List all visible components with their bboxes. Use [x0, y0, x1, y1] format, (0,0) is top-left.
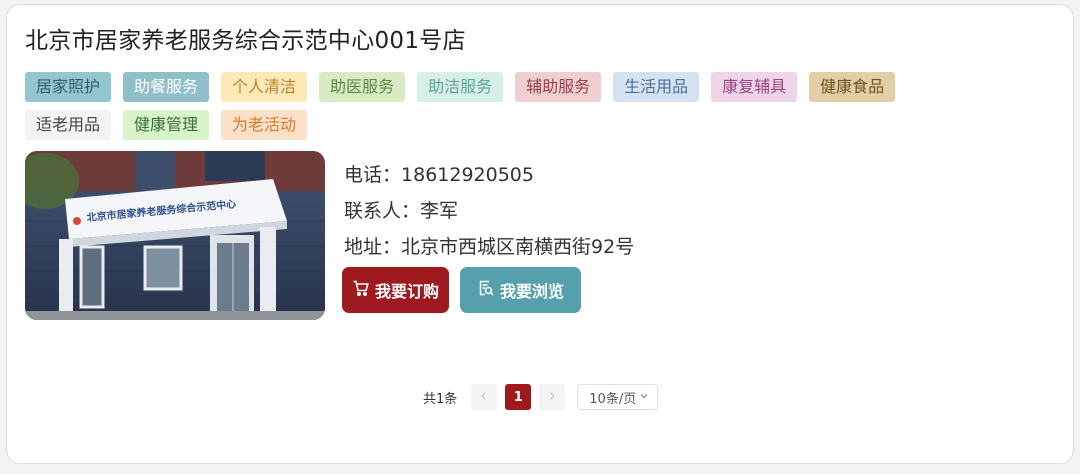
store-card: 北京市居家养老服务综合示范中心001号店 居家照护 助餐服务 个人清洁 助医服务 助洁服…: [6, 4, 1074, 464]
service-tag[interactable]: 居家照护: [25, 72, 112, 102]
service-tag[interactable]: 辅助服务: [515, 72, 602, 102]
cart-icon: [352, 279, 370, 301]
service-tag[interactable]: 助洁服务: [417, 72, 504, 102]
browse-button-label: 我要浏览: [499, 282, 564, 301]
page-size-select[interactable]: 10条/页: [577, 384, 659, 410]
chevron-right-icon: [547, 390, 557, 405]
store-title: 北京市居家养老服务综合示范中心001号店: [25, 28, 466, 54]
service-tag[interactable]: 健康食品: [809, 72, 896, 102]
service-tag[interactable]: 助医服务: [319, 72, 406, 102]
phone-row: 电话：18612920505: [344, 157, 634, 193]
next-page-button[interactable]: [539, 384, 566, 410]
pagination-total: 共1条: [423, 391, 458, 407]
service-tag[interactable]: 健康管理: [123, 110, 210, 140]
address-label: 地址：: [344, 236, 402, 258]
browse-icon: [477, 279, 495, 301]
phone-label: 电话：: [344, 164, 402, 186]
service-tag[interactable]: 康复辅具: [711, 72, 798, 102]
service-tag[interactable]: 为老活动: [221, 110, 308, 140]
store-photo: 北京市居家养老服务综合示范中心: [25, 151, 325, 320]
chevron-left-icon: [479, 390, 489, 405]
phone-value: 18612920505: [401, 164, 534, 186]
prev-page-button[interactable]: [471, 384, 498, 410]
pagination: 共1条 1 10条/页: [423, 383, 659, 411]
service-tag[interactable]: 个人清洁: [221, 72, 308, 102]
action-buttons: 我要订购 我要浏览: [342, 267, 581, 313]
contact-value: 李军: [420, 200, 459, 222]
page-size-value: 10条/页: [589, 391, 637, 407]
address-row: 地址：北京市西城区南横西街92号: [344, 229, 634, 265]
chevron-down-icon: [639, 390, 649, 405]
store-info: 电话：18612920505 联系人：李军 地址：北京市西城区南横西街92号: [344, 157, 634, 265]
service-tag[interactable]: 生活用品: [613, 72, 700, 102]
service-tag[interactable]: 适老用品: [25, 110, 112, 140]
order-button[interactable]: 我要订购: [342, 267, 449, 313]
page-number-current[interactable]: 1: [505, 384, 532, 410]
service-tag[interactable]: 助餐服务: [123, 72, 210, 102]
service-tags: 居家照护 助餐服务 个人清洁 助医服务 助洁服务 辅助服务 生活用品 康复辅具 健康食品适老用品…: [25, 72, 985, 140]
browse-button[interactable]: 我要浏览: [460, 267, 581, 313]
contact-label: 联系人：: [344, 200, 421, 222]
contact-row: 联系人：李军: [344, 193, 634, 229]
address-value: 北京市西城区南横西街92号: [401, 236, 635, 258]
order-button-label: 我要订购: [374, 282, 439, 301]
